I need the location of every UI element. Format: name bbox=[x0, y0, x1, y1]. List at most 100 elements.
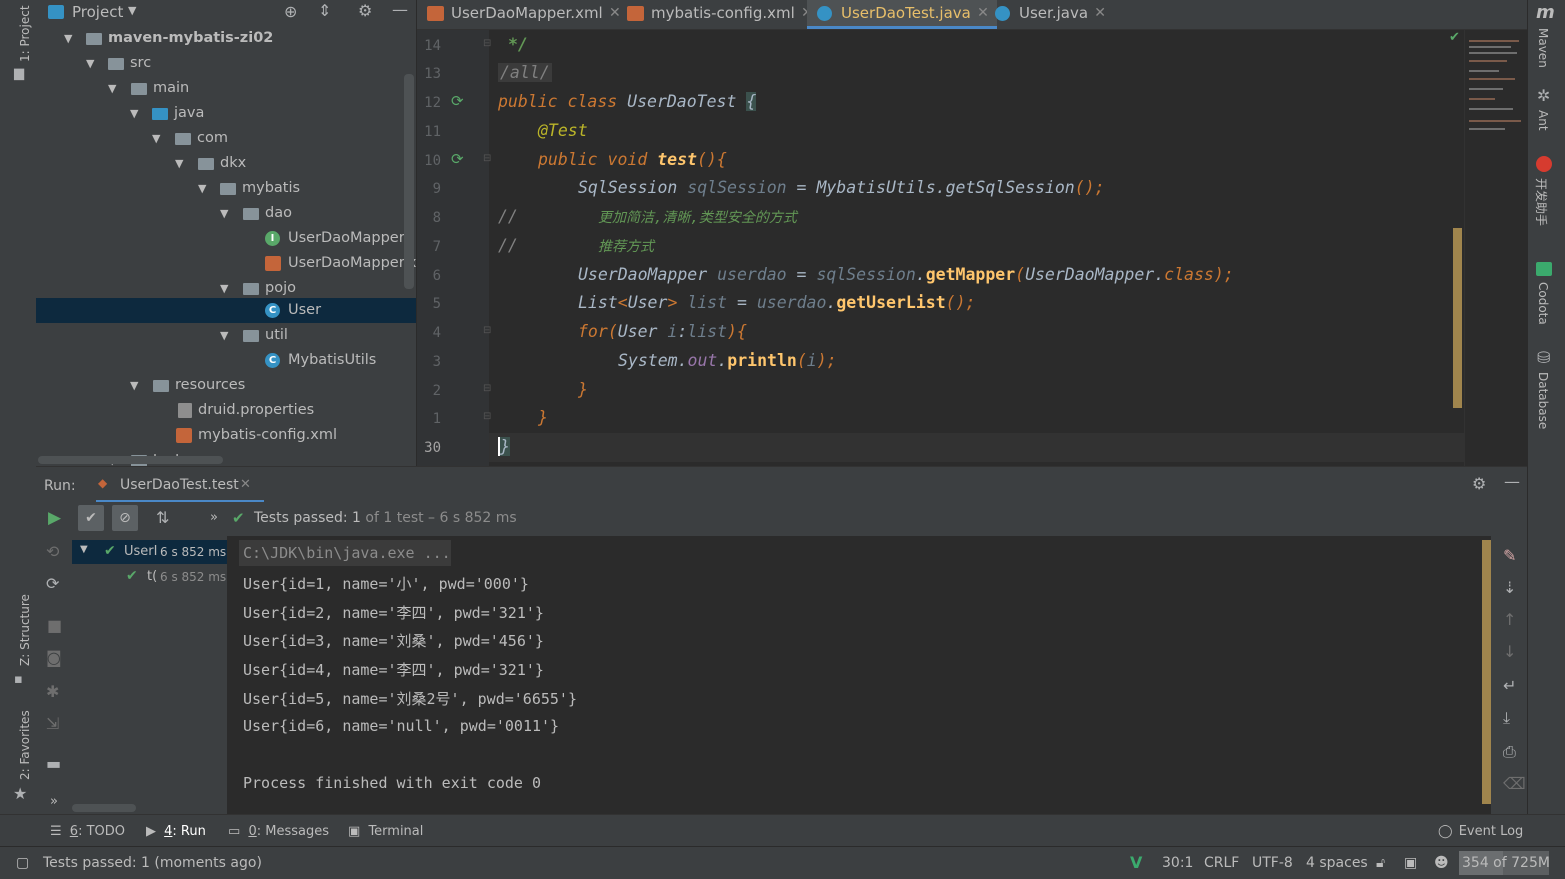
run-tool-button[interactable]: ▶ 4: Run bbox=[146, 824, 206, 839]
tree-item-druid-properties[interactable]: druid.properties bbox=[36, 398, 416, 423]
tree-item-module[interactable]: ▼ maven-mybatis-zi02 bbox=[36, 26, 416, 51]
tree-item-main[interactable]: ▼ main bbox=[36, 76, 416, 101]
import-icon[interactable]: ⇲ bbox=[46, 714, 59, 733]
expand-arrow-icon[interactable]: ▼ bbox=[198, 176, 206, 201]
todo-tool-button[interactable]: ☰ 6: TODO bbox=[50, 824, 125, 839]
file-encoding[interactable]: UTF-8 bbox=[1252, 855, 1293, 871]
scroll-end-icon[interactable]: ⤓ bbox=[1503, 708, 1510, 728]
camera-icon[interactable]: ◙ bbox=[46, 648, 62, 667]
soft-wrap-icon[interactable]: ↵ bbox=[1503, 676, 1516, 695]
structure-tool-tab[interactable]: Z: Structure bbox=[18, 594, 32, 666]
show-passed-toggle[interactable]: ✔ bbox=[78, 505, 104, 531]
tree-horizontal-scrollbar[interactable] bbox=[38, 456, 223, 464]
test-row-method[interactable]: ✔ t( 6 s 852 ms bbox=[72, 565, 227, 589]
inspector-icon[interactable]: ☻ bbox=[1434, 855, 1449, 871]
export-icon[interactable]: ✱ bbox=[46, 682, 59, 701]
indent-setting[interactable]: 4 spaces bbox=[1306, 855, 1368, 871]
trash-icon[interactable]: ⌫ bbox=[1503, 774, 1526, 793]
tree-item-user[interactable]: C User bbox=[36, 298, 416, 323]
expand-arrow-icon[interactable]: ▼ bbox=[152, 126, 160, 151]
fold-marker-icon[interactable]: ⊟ bbox=[483, 325, 491, 336]
fold-marker-icon[interactable]: ⊟ bbox=[483, 383, 491, 394]
run-test-gutter-icon[interactable]: ⟳ bbox=[451, 150, 464, 168]
expand-arrow-icon[interactable]: ▼ bbox=[220, 323, 228, 348]
tree-item-dkx[interactable]: ▼ dkx bbox=[36, 151, 416, 176]
close-icon[interactable]: ✕ bbox=[1094, 0, 1106, 27]
tab-mybatis-config-xml[interactable]: mybatis-config.xml ✕ bbox=[617, 0, 821, 29]
console-scrollbar[interactable] bbox=[1482, 540, 1491, 804]
tree-item-userdaomapper-xml[interactable]: UserDaoMapper.xm bbox=[36, 251, 416, 276]
tree-item-util[interactable]: ▼ util bbox=[36, 323, 416, 348]
editor-minimap[interactable]: ✔ bbox=[1449, 30, 1528, 466]
tree-item-mybatis[interactable]: ▼ mybatis bbox=[36, 176, 416, 201]
fold-marker-icon[interactable]: ⊟ bbox=[483, 411, 491, 422]
hide-panel-icon[interactable]: — bbox=[392, 0, 408, 19]
test-row-class[interactable]: ▼ ✔ UserI 6 s 852 ms bbox=[72, 540, 227, 564]
sort-icon[interactable]: ⇅ bbox=[156, 508, 169, 527]
scroll-to-end-icon[interactable]: ⇣ bbox=[1503, 578, 1516, 597]
tree-item-resources[interactable]: ▼ resources bbox=[36, 373, 416, 398]
tab-userdaomapper-xml[interactable]: UserDaoMapper.xml ✕ bbox=[417, 0, 629, 29]
tree-item-mybatis-config[interactable]: mybatis-config.xml bbox=[36, 423, 416, 448]
terminal-tool-button[interactable]: ▣ Terminal bbox=[348, 824, 423, 839]
database-tool-tab[interactable]: Database bbox=[1536, 372, 1550, 429]
locate-icon[interactable]: ⊕ bbox=[284, 2, 297, 21]
expand-arrow-icon[interactable]: ▼ bbox=[130, 373, 138, 398]
up-arrow-icon[interactable]: ↑ bbox=[1503, 610, 1516, 629]
clear-edit-icon[interactable]: ✎ bbox=[1503, 546, 1516, 565]
favorites-tool-tab[interactable]: 2: Favorites bbox=[18, 710, 32, 780]
event-log-button[interactable]: ◯ Event Log bbox=[1438, 824, 1523, 839]
expand-arrow-icon[interactable]: ▼ bbox=[220, 201, 228, 226]
tab-user-java[interactable]: User.java ✕ bbox=[985, 0, 1114, 29]
line-separator[interactable]: CRLF bbox=[1204, 855, 1239, 871]
project-view-selector[interactable]: Project bbox=[72, 3, 123, 21]
maven-tool-tab[interactable]: Maven bbox=[1536, 28, 1550, 68]
fold-marker-icon[interactable]: ⊟ bbox=[483, 153, 491, 164]
toggle-auto-test-icon[interactable]: ⟳ bbox=[46, 574, 59, 593]
expand-arrow-icon[interactable]: ▼ bbox=[175, 151, 183, 176]
lock-icon[interactable]: 🔓︎ bbox=[1376, 855, 1385, 871]
expand-arrow-icon[interactable]: ▼ bbox=[86, 51, 94, 76]
codota-tool-tab[interactable]: Codota bbox=[1536, 282, 1550, 325]
tab-userdaotest-java[interactable]: UserDaoTest.java ✕ bbox=[807, 0, 997, 29]
tree-item-com[interactable]: ▼ com bbox=[36, 126, 416, 151]
collapse-all-icon[interactable]: ⇕ bbox=[318, 1, 331, 20]
stop-icon[interactable]: ■ bbox=[47, 616, 62, 635]
gear-icon[interactable]: ⚙ bbox=[358, 1, 372, 20]
more-icon[interactable]: » bbox=[50, 794, 58, 809]
caret-position[interactable]: 30:1 bbox=[1162, 855, 1193, 871]
rerun-icon[interactable]: ▶ bbox=[48, 508, 61, 528]
fold-marker-icon[interactable]: ⊟ bbox=[483, 38, 491, 49]
dev-helper-tool-tab[interactable]: 开发助手 bbox=[1533, 178, 1550, 226]
status-message[interactable]: Tests passed: 1 (moments ago) bbox=[43, 855, 262, 871]
gear-icon[interactable]: ⚙ bbox=[1472, 474, 1486, 493]
tree-item-src[interactable]: ▼ src bbox=[36, 51, 416, 76]
ant-tool-tab[interactable]: Ant bbox=[1536, 110, 1550, 131]
run-config-tab[interactable]: ◆ UserDaoTest.test ✕ bbox=[96, 467, 264, 503]
tree-item-userdaomapper[interactable]: I UserDaoMapper bbox=[36, 226, 416, 251]
tree-horizontal-scrollbar[interactable] bbox=[72, 804, 136, 812]
layout-icon[interactable]: ▬ bbox=[46, 754, 61, 773]
close-icon[interactable]: ✕ bbox=[240, 477, 251, 492]
hide-panel-icon[interactable]: — bbox=[1504, 472, 1520, 491]
editor-scroll-marker[interactable] bbox=[1453, 228, 1462, 408]
expand-arrow-icon[interactable]: ▼ bbox=[130, 101, 138, 126]
show-ignored-toggle[interactable]: ⊘ bbox=[112, 505, 138, 531]
run-test-gutter-icon[interactable]: ⟳ bbox=[451, 92, 464, 110]
toggle-tool-windows-icon[interactable]: ▢ bbox=[16, 855, 29, 871]
expand-arrow-icon[interactable]: ▼ bbox=[64, 26, 72, 51]
tree-item-dao[interactable]: ▼ dao bbox=[36, 201, 416, 226]
down-arrow-icon[interactable]: ↓ bbox=[1503, 642, 1516, 661]
expand-arrow-icon[interactable]: ▼ bbox=[108, 76, 116, 101]
more-icon[interactable]: » bbox=[210, 510, 218, 525]
tree-item-mybatisutils[interactable]: C MybatisUtils bbox=[36, 348, 416, 373]
project-tool-tab[interactable]: 1: Project bbox=[18, 5, 32, 62]
terminal-icon[interactable]: ▣ bbox=[1404, 855, 1417, 871]
vcs-v-icon[interactable]: V bbox=[1130, 853, 1142, 872]
rerun-failed-icon[interactable]: ⟲ bbox=[46, 542, 59, 561]
memory-indicator[interactable]: 354 of 725M bbox=[1459, 851, 1550, 875]
tree-vertical-scrollbar[interactable] bbox=[404, 74, 414, 289]
messages-tool-button[interactable]: ▭ 0: Messages bbox=[228, 824, 329, 839]
chevron-down-icon[interactable]: ▼ bbox=[128, 4, 136, 17]
tree-item-java[interactable]: ▼ java bbox=[36, 101, 416, 126]
